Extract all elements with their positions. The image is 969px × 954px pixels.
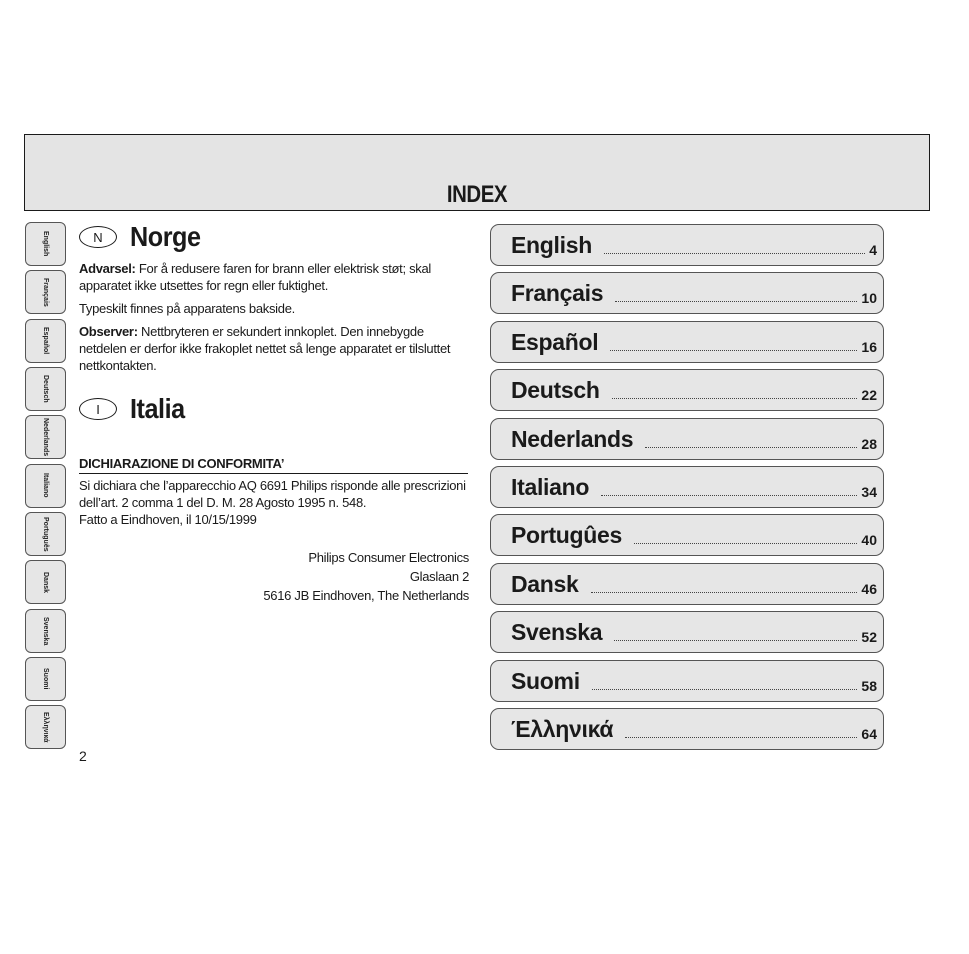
advarsel-paragraph: Advarsel: For å redusere faren for brann… (79, 260, 469, 294)
side-tab-svenska[interactable]: Svenska (25, 608, 66, 653)
observer-paragraph: Observer: Nettbryteren er sekundert innk… (79, 323, 469, 374)
side-tab-label: Suomi (42, 668, 49, 690)
dot-leader (610, 349, 858, 351)
country-badge-icon: I (79, 398, 117, 420)
conformity-text: Si dichiara che l’apparecchio AQ 6691 Ph… (79, 478, 466, 510)
side-tab-francais[interactable]: Français (25, 270, 66, 315)
address-line: 5616 JB Eindhoven, The Netherlands (263, 588, 469, 603)
norge-heading: N Norge (79, 220, 469, 254)
dot-leader (645, 446, 858, 448)
toc-item-greek[interactable]: Έλληνικά 64 (490, 707, 884, 750)
side-tab-label: Italiano (42, 473, 49, 498)
dot-leader (614, 639, 858, 642)
side-tab-espanol[interactable]: Español (25, 318, 66, 363)
address-line: Philips Consumer Electronics (308, 550, 469, 565)
toc-page: 22 (861, 387, 877, 404)
side-tab-label: Español (42, 327, 49, 355)
side-tab-label: Français (42, 277, 49, 307)
toc-item-italiano[interactable]: Italiano 34 (490, 465, 884, 508)
side-tab-label: Português (42, 516, 49, 552)
toc-label: Italiano (511, 473, 590, 500)
toc-label: Dansk (511, 570, 579, 597)
dot-leader (611, 397, 858, 400)
typeskilt-paragraph: Typeskilt finnes på apparatens bakside. (79, 301, 295, 316)
dot-leader (603, 252, 866, 254)
side-tab-dansk[interactable]: Dansk (25, 560, 66, 605)
section-title-norge: Norge (130, 221, 201, 252)
country-badge-icon: N (79, 226, 117, 248)
side-tab-english[interactable]: English (25, 222, 66, 266)
toc-label: Nederlands (511, 425, 634, 452)
toc-page: 52 (861, 629, 877, 646)
toc-label: Deutsch (511, 377, 600, 404)
country-notices: N Norge Advarsel: For å redusere faren f… (79, 220, 469, 605)
toc-label: Suomi (511, 667, 580, 694)
toc-page: 10 (861, 290, 877, 307)
toc-item-suomi[interactable]: Suomi 58 (490, 659, 884, 702)
side-tab-label: Svenska (42, 616, 49, 645)
toc-page: 28 (861, 435, 877, 452)
side-tab-suomi[interactable]: Suomi (25, 657, 66, 702)
toc-item-espanol[interactable]: Español 16 (490, 320, 884, 363)
side-tab-portugues[interactable]: Português (25, 512, 66, 557)
side-tab-greek[interactable]: Ελληνικά (25, 705, 66, 750)
toc-page: 40 (861, 532, 877, 549)
address-line: Glaslaan 2 (409, 569, 469, 584)
toc-page: 46 (861, 580, 877, 597)
page-number: 2 (79, 748, 87, 764)
toc-page: 34 (861, 483, 877, 500)
toc-label: Español (511, 328, 599, 355)
conformity-date: Fatto a Eindhoven, il 10/15/1999 (79, 512, 257, 527)
side-tab-label: Deutsch (42, 375, 49, 403)
dot-leader (591, 688, 858, 690)
italia-heading: I Italia (79, 392, 469, 426)
page-title: INDEX (446, 181, 508, 208)
toc-item-dansk[interactable]: Dansk 46 (490, 562, 884, 605)
advarsel-label: Advarsel: (79, 261, 136, 276)
toc-page: 58 (861, 677, 877, 694)
toc-page: 4 (869, 242, 877, 258)
dot-leader (625, 736, 858, 738)
toc-label: Portugûes (511, 522, 623, 549)
side-tab-label: English (42, 231, 49, 257)
side-tab-nederlands[interactable]: Nederlands (25, 415, 66, 460)
dot-leader (615, 300, 858, 303)
dot-leader (601, 494, 858, 496)
side-tab-label: Dansk (42, 571, 49, 593)
toc-item-deutsch[interactable]: Deutsch 22 (490, 369, 884, 412)
side-tab-label: Nederlands (42, 418, 49, 457)
toc-item-portugues[interactable]: Portugûes 40 (490, 514, 884, 557)
toc-item-francais[interactable]: Français 10 (490, 272, 884, 315)
toc-item-english[interactable]: English 4 (490, 224, 884, 266)
toc-item-nederlands[interactable]: Nederlands 28 (490, 417, 884, 460)
toc-page: 64 (861, 725, 877, 742)
side-tab-italiano[interactable]: Italiano (25, 463, 66, 508)
language-index: English 4 Français 10 Español 16 Deutsch 22 … (490, 224, 884, 756)
toc-page: 16 (861, 338, 877, 355)
side-tab-deutsch[interactable]: Deutsch (25, 367, 66, 412)
language-side-tabs: English Français Español Deutsch Nederla… (25, 222, 67, 754)
observer-label: Observer: (79, 324, 138, 339)
manufacturer-address: Philips Consumer Electronics Glaslaan 2 … (79, 548, 469, 605)
header-band: INDEX (24, 134, 930, 211)
toc-label: Français (511, 280, 604, 307)
conformity-heading: DICHIARAZIONE DI CONFORMITA’ (79, 456, 468, 474)
dot-leader (634, 542, 858, 545)
side-tab-label: Ελληνικά (42, 712, 49, 743)
toc-label: Svenska (511, 619, 603, 646)
toc-item-svenska[interactable]: Svenska 52 (490, 611, 884, 654)
toc-label: Έλληνικά (511, 715, 614, 742)
section-title-italia: Italia (130, 393, 185, 424)
dot-leader (590, 591, 858, 593)
toc-label: English (511, 232, 592, 258)
